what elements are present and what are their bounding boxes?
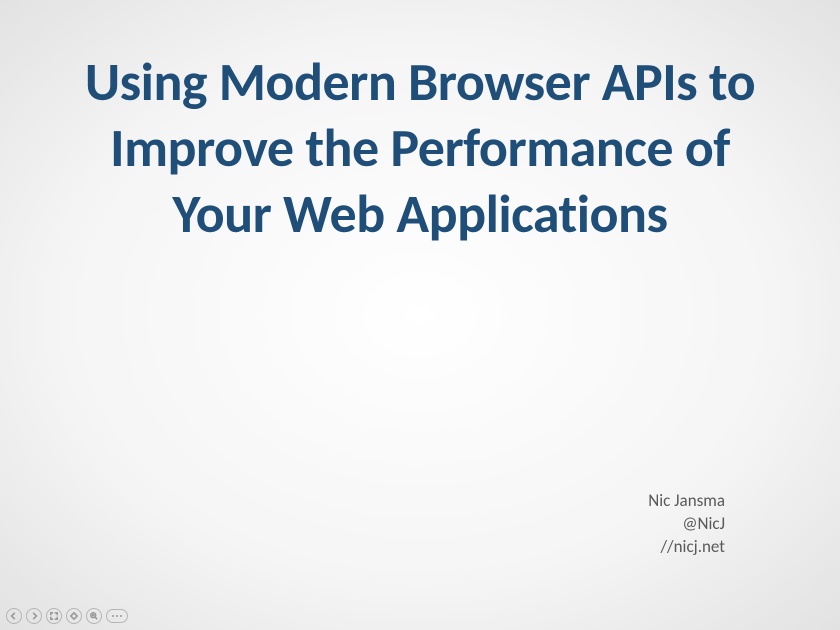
- chevron-left-icon: [10, 612, 18, 620]
- search-plus-icon: [90, 612, 98, 620]
- chevron-right-icon: [30, 612, 38, 620]
- author-name: Nic Jansma: [648, 490, 725, 513]
- author-handle: @NicJ: [648, 513, 725, 536]
- more-button[interactable]: [106, 609, 128, 623]
- zoom-in-button[interactable]: [86, 608, 102, 624]
- next-button[interactable]: [26, 608, 42, 624]
- fullscreen-button[interactable]: [46, 608, 62, 624]
- zoom-target-button[interactable]: [66, 608, 82, 624]
- author-url: //nicj.net: [648, 536, 725, 559]
- author-block: Nic Jansma @NicJ //nicj.net: [648, 490, 725, 559]
- viewer-toolbar: [6, 608, 128, 624]
- target-icon: [70, 612, 78, 620]
- presentation-slide: Using Modern Browser APIs to Improve the…: [0, 0, 840, 630]
- dot-icon: [120, 615, 122, 617]
- slide-title: Using Modern Browser APIs to Improve the…: [60, 50, 780, 248]
- expand-icon: [50, 612, 58, 620]
- dot-icon: [116, 615, 118, 617]
- prev-button[interactable]: [6, 608, 22, 624]
- dot-icon: [112, 615, 114, 617]
